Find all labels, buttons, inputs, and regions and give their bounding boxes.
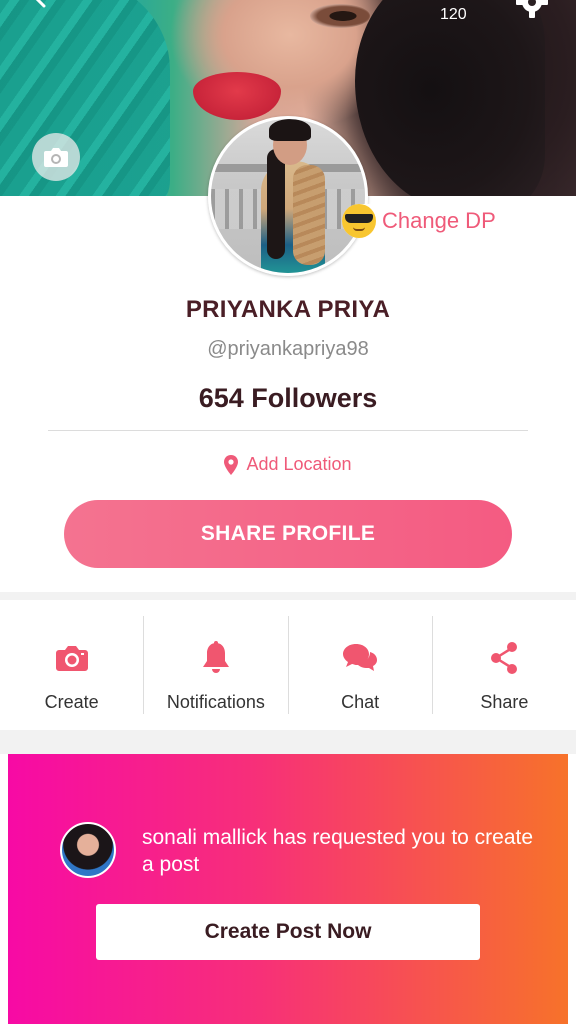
- cover-camera-button[interactable]: [32, 133, 80, 181]
- share-label: Share: [480, 692, 529, 712]
- sunglasses-emoji-icon: [342, 204, 376, 238]
- chat-label: Chat: [341, 692, 380, 712]
- location-pin-icon: [224, 454, 239, 475]
- chat-action[interactable]: Chat: [289, 600, 432, 730]
- change-dp-label: Change DP: [382, 208, 496, 233]
- create-post-now-button[interactable]: Create Post Now: [96, 904, 480, 960]
- camera-icon: [55, 646, 88, 671]
- chat-bubbles-icon: [343, 644, 378, 671]
- add-location-button[interactable]: Add Location: [0, 454, 576, 475]
- followers-count[interactable]: 654 Followers: [0, 383, 576, 414]
- action-row: Create Notifications Chat Share: [0, 600, 576, 730]
- create-action[interactable]: Create: [0, 600, 143, 730]
- bell-icon: [202, 641, 229, 673]
- gear-icon[interactable]: [516, 0, 548, 18]
- camera-icon: [44, 148, 68, 167]
- requester-avatar[interactable]: [60, 822, 116, 878]
- profile-handle: @priyankapriya98: [207, 338, 369, 360]
- section-separator: [0, 592, 576, 600]
- header-count: 120: [440, 6, 467, 23]
- divider: [48, 430, 528, 431]
- notifications-action[interactable]: Notifications: [144, 600, 287, 730]
- profile-name: PRIYANKA PRIYA: [185, 296, 391, 323]
- notifications-label: Notifications: [166, 692, 265, 712]
- change-dp-button[interactable]: Change DP: [342, 204, 500, 238]
- post-request-card: sonali mallick has requested you to crea…: [8, 754, 568, 1024]
- post-request-message: sonali mallick has requested you to crea…: [142, 826, 534, 876]
- share-action[interactable]: Share: [433, 600, 576, 730]
- add-location-label: Add Location: [246, 454, 352, 474]
- section-separator: [0, 730, 576, 754]
- create-label: Create: [44, 692, 99, 712]
- share-profile-button[interactable]: SHARE PROFILE: [64, 500, 512, 568]
- profile-avatar[interactable]: [208, 116, 368, 276]
- share-icon: [491, 642, 518, 674]
- back-arrow-icon[interactable]: [30, 0, 50, 8]
